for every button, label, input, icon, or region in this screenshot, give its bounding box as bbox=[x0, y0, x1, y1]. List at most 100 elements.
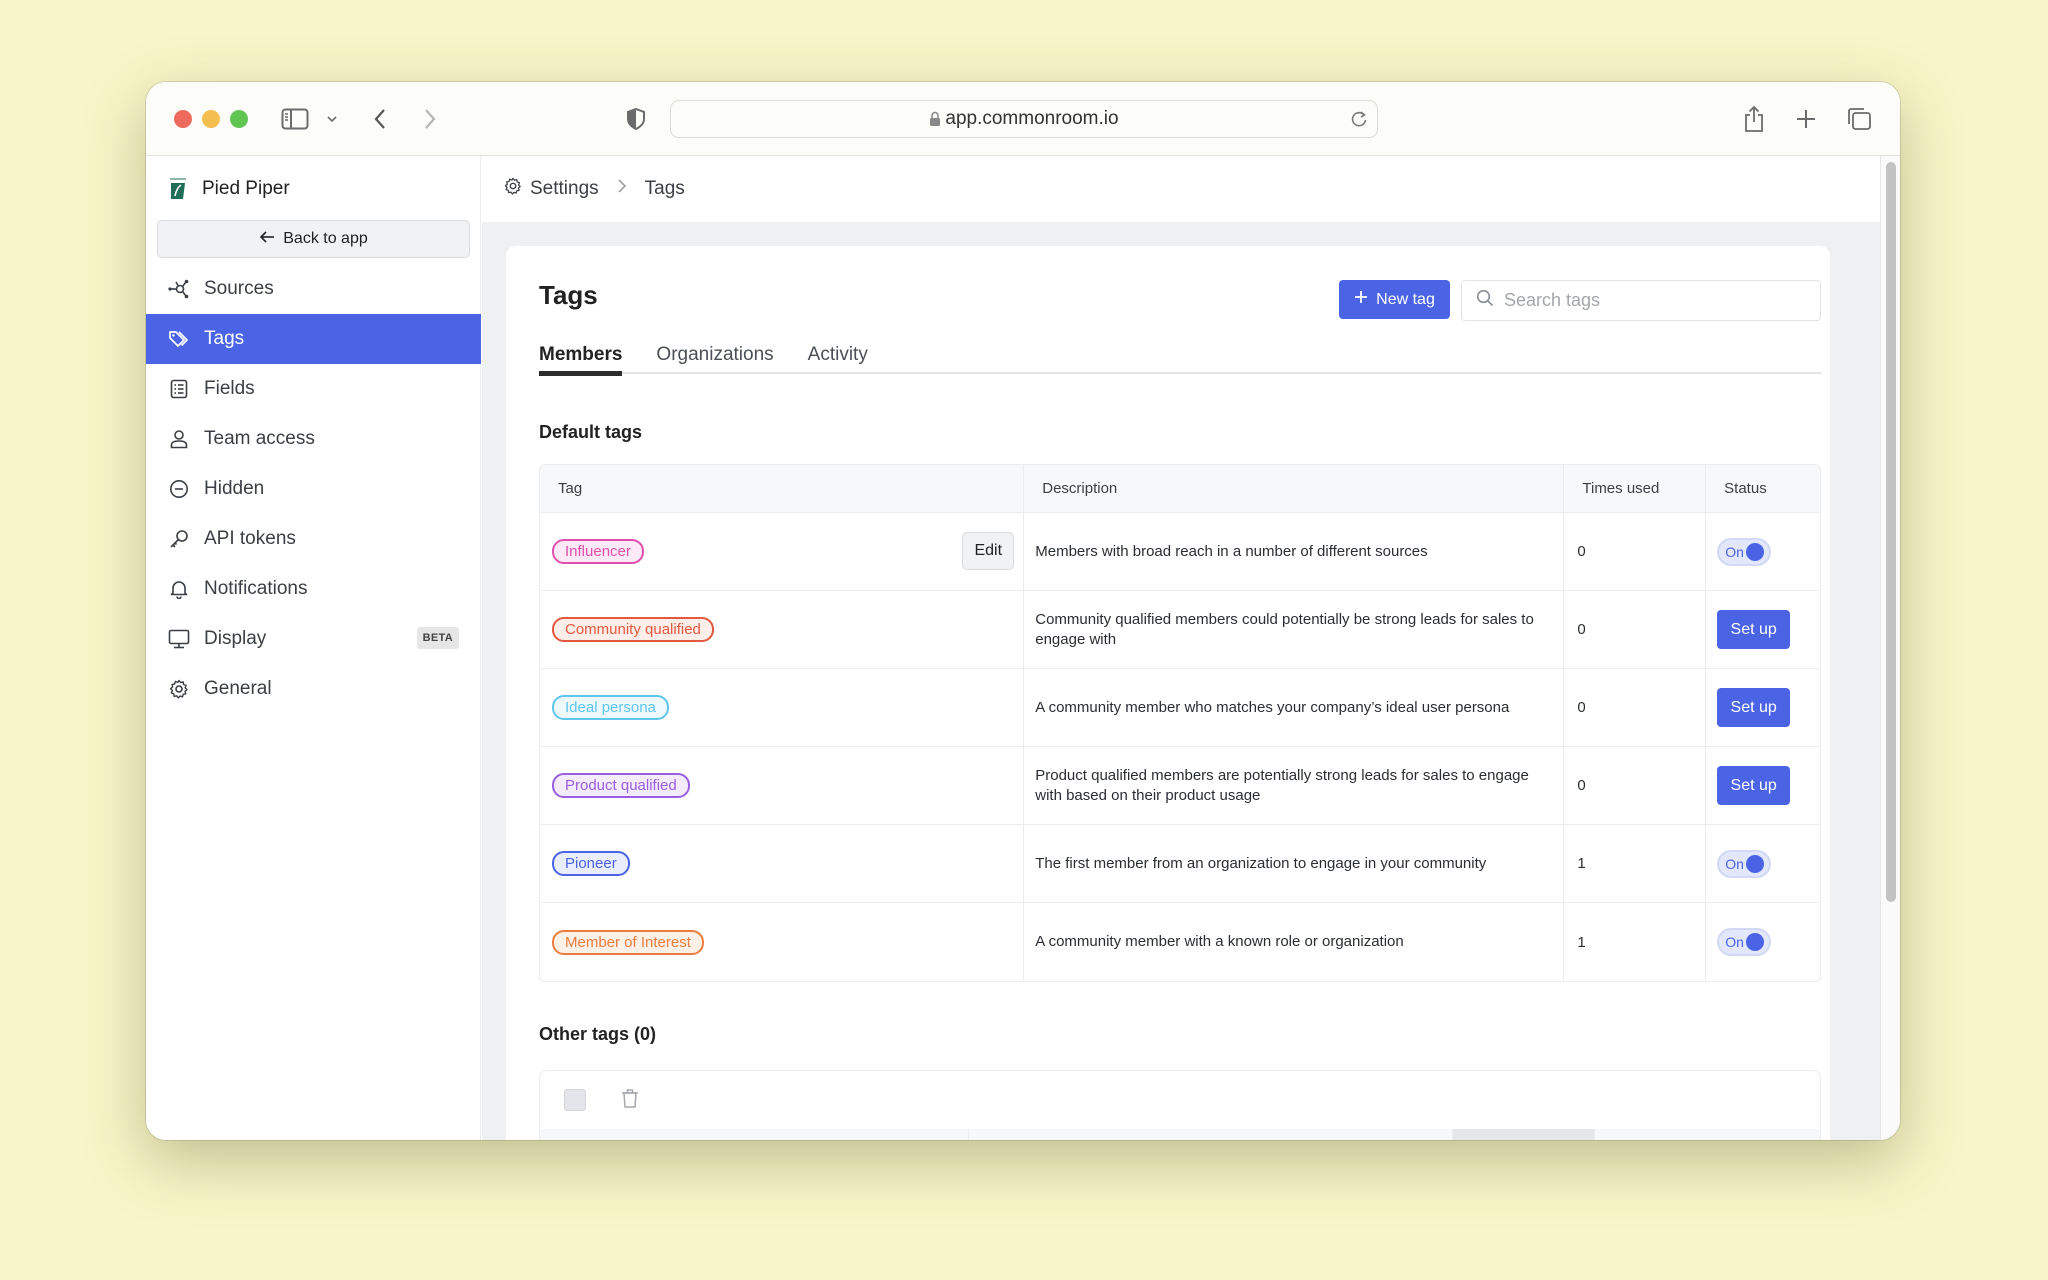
sidebar-item-label: Team access bbox=[204, 428, 315, 449]
tag-pill[interactable]: Member of Interest bbox=[552, 929, 704, 955]
search-tags-input[interactable] bbox=[1504, 290, 1804, 311]
tab-members[interactable]: Members bbox=[539, 326, 623, 376]
column-header-tag: Tag bbox=[540, 465, 1025, 512]
times-used-cell: 0 bbox=[1564, 747, 1707, 824]
toggle-knob bbox=[1745, 933, 1764, 951]
sidebar-item-sources[interactable]: Sources bbox=[146, 264, 481, 314]
status-toggle[interactable]: On bbox=[1717, 928, 1772, 956]
sidebar-item-team-access[interactable]: Team access bbox=[146, 414, 481, 464]
toggle-knob bbox=[1745, 542, 1764, 561]
tag-pill[interactable]: Influencer bbox=[552, 539, 644, 564]
tag-cell: Ideal persona bbox=[540, 669, 1025, 746]
tab-organizations[interactable]: Organizations bbox=[656, 326, 773, 374]
new-tab-icon[interactable] bbox=[1794, 102, 1818, 136]
beta-badge: BETA bbox=[416, 627, 459, 649]
toggle-label: On bbox=[1725, 934, 1744, 950]
org-name: Pied Piper bbox=[202, 178, 290, 199]
sidebar-item-hidden[interactable]: Hidden bbox=[146, 464, 481, 514]
tag-cell: Pioneer bbox=[540, 825, 1025, 902]
sidebar-item-tags[interactable]: Tags bbox=[146, 314, 481, 364]
plus-icon bbox=[1354, 290, 1368, 309]
tag-cell: Member of Interest bbox=[540, 903, 1025, 981]
column-header-created: Created bbox=[1595, 1129, 1820, 1140]
page-title: Tags bbox=[539, 280, 598, 310]
sidebar-item-label: Sources bbox=[204, 278, 274, 299]
sidebar-item-general[interactable]: General bbox=[146, 664, 481, 714]
column-header-description: Description bbox=[969, 1129, 1453, 1140]
back-to-app-label: Back to app bbox=[283, 230, 368, 247]
set-up-button[interactable]: Set up bbox=[1717, 766, 1791, 805]
sidebar-item-label: Hidden bbox=[204, 478, 265, 499]
column-header-times-used: Times used bbox=[1564, 465, 1707, 512]
sidebar-item-api-tokens[interactable]: API tokens bbox=[146, 514, 481, 564]
column-header-status: Status bbox=[1724, 480, 1767, 497]
column-header-times-used[interactable]: Times used bbox=[1452, 1129, 1596, 1140]
sidebar-item-fields[interactable]: Fields bbox=[146, 364, 481, 414]
new-tag-label: New tag bbox=[1376, 290, 1435, 308]
back-arrow-icon[interactable] bbox=[370, 102, 390, 136]
tab-activity[interactable]: Activity bbox=[808, 326, 868, 374]
set-up-button[interactable]: Set up bbox=[1717, 688, 1791, 727]
forward-arrow-icon[interactable] bbox=[420, 102, 440, 136]
settings-gear-icon bbox=[504, 177, 522, 201]
table-row: Product qualified Product qualified membe… bbox=[540, 747, 1820, 825]
url-text: app.commonroom.io bbox=[945, 108, 1119, 129]
tag-pill[interactable]: Community qualified bbox=[552, 617, 714, 642]
search-icon bbox=[1476, 289, 1494, 312]
minus-circle-icon bbox=[168, 478, 190, 500]
user-icon bbox=[168, 428, 190, 450]
maximize-window-button[interactable] bbox=[230, 110, 248, 128]
sidebar-item-label: Notifications bbox=[204, 578, 308, 599]
tag-pill[interactable]: Product qualified bbox=[552, 773, 690, 798]
key-icon bbox=[168, 528, 190, 550]
minimize-window-button[interactable] bbox=[202, 110, 220, 128]
trash-icon[interactable] bbox=[621, 1088, 639, 1113]
table-row: Member of Interest A community member wit… bbox=[540, 903, 1820, 981]
tag-cell: Community qualified bbox=[540, 591, 1025, 668]
tag-pill[interactable]: Pioneer bbox=[552, 851, 630, 876]
sidebar-item-label: API tokens bbox=[204, 528, 296, 549]
sidebar-toggle-icon[interactable] bbox=[280, 102, 310, 136]
times-used-cell: 0 bbox=[1564, 669, 1707, 746]
browser-titlebar: app.commonroom.io bbox=[146, 82, 1900, 156]
edit-tag-button[interactable]: Edit bbox=[962, 532, 1015, 570]
status-toggle[interactable]: On bbox=[1717, 849, 1772, 878]
tags-card: Tags New tag Members Organizations Activ… bbox=[506, 246, 1830, 1140]
description-cell: Community qualified members could potent… bbox=[1024, 591, 1565, 668]
chevron-right-icon bbox=[617, 178, 627, 200]
chevron-down-icon[interactable] bbox=[324, 102, 340, 136]
breadcrumb-settings-link[interactable]: Settings bbox=[530, 178, 599, 200]
gear-icon bbox=[168, 678, 190, 700]
sidebar-item-display[interactable]: Display BETA bbox=[146, 614, 481, 664]
back-to-app-button[interactable]: Back to app bbox=[157, 220, 470, 258]
description-cell: Members with broad reach in a number of … bbox=[1024, 513, 1565, 590]
tabs-overview-icon[interactable] bbox=[1846, 102, 1872, 136]
sidebar-item-label: Display bbox=[204, 628, 267, 649]
select-all-checkbox[interactable] bbox=[564, 1089, 586, 1111]
scrollbar-thumb[interactable] bbox=[1886, 162, 1896, 902]
bell-icon bbox=[168, 578, 190, 600]
shield-icon[interactable] bbox=[624, 102, 648, 136]
toggle-label: On bbox=[1725, 543, 1744, 560]
search-tags-field[interactable] bbox=[1461, 280, 1821, 321]
sidebar-item-notifications[interactable]: Notifications bbox=[146, 564, 481, 614]
share-icon[interactable] bbox=[1742, 102, 1766, 136]
set-up-button[interactable]: Set up bbox=[1717, 610, 1791, 649]
table-body: Influencer Edit Members with broad reach i… bbox=[540, 513, 1820, 981]
reload-icon[interactable] bbox=[1349, 109, 1369, 135]
browser-window: app.commonroom.io Pied Piper Back to app… bbox=[146, 82, 1900, 1140]
close-window-button[interactable] bbox=[174, 110, 192, 128]
table-row: Influencer Edit Members with broad reach i… bbox=[540, 513, 1820, 591]
main-content: Settings Tags Tags New tag Member bbox=[482, 156, 1880, 1140]
new-tag-button[interactable]: New tag bbox=[1339, 280, 1450, 319]
settings-nav: Sources Tags Fields Team access Hidden A… bbox=[146, 264, 481, 714]
tag-pill[interactable]: Ideal persona bbox=[552, 695, 669, 720]
sidebar-item-label: Tags bbox=[204, 328, 245, 349]
tags-tabs: Members Organizations Activity bbox=[539, 326, 1821, 376]
page-scrollbar[interactable] bbox=[1880, 156, 1900, 1140]
sidebar-item-label: General bbox=[204, 678, 272, 699]
address-bar[interactable]: app.commonroom.io bbox=[670, 100, 1378, 138]
tag-cell: Influencer Edit bbox=[540, 513, 1025, 590]
status-toggle[interactable]: On bbox=[1717, 537, 1772, 566]
times-used-cell: 1 bbox=[1564, 825, 1707, 902]
